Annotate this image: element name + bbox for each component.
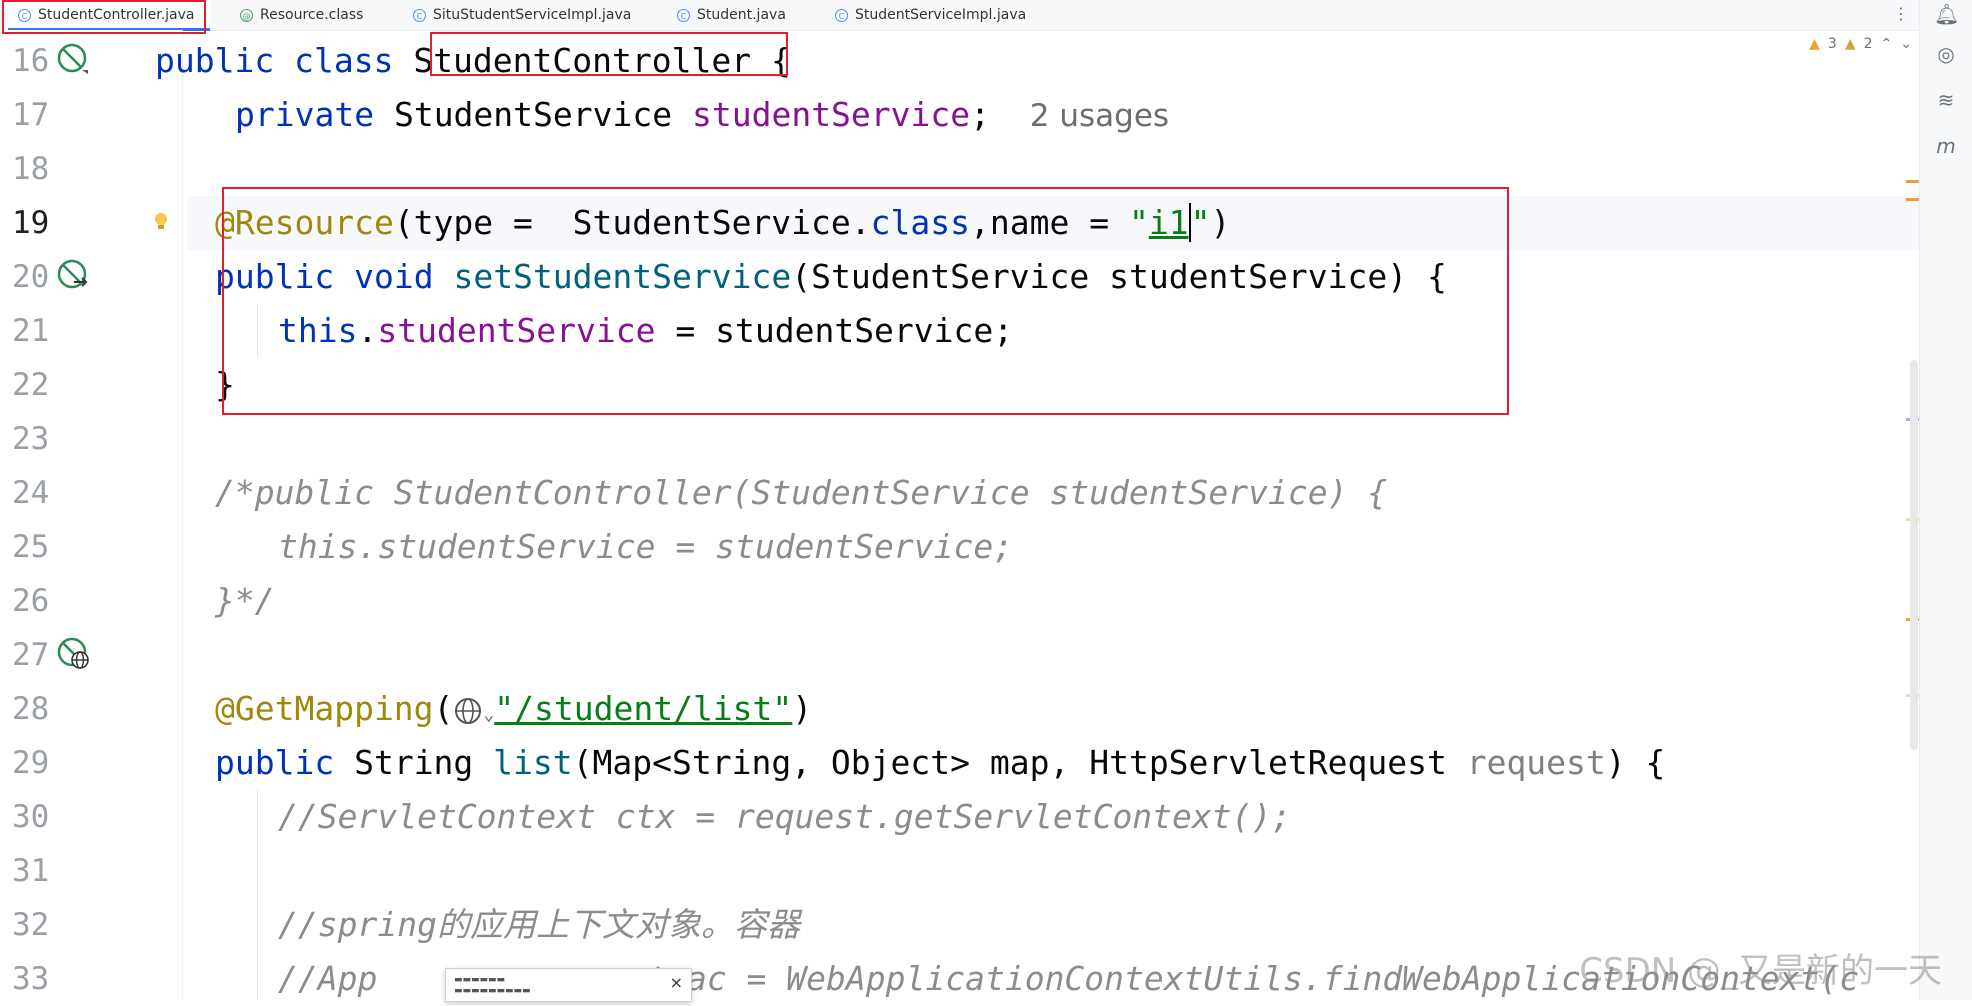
- code-line-20: public void setStudentService(StudentSer…: [215, 257, 1447, 296]
- code-line-17: private StudentService studentService; 2…: [235, 95, 1170, 134]
- watermark: CSDN @_又是新的一天: [1579, 951, 1942, 991]
- class-icon: C: [677, 8, 690, 22]
- line-number: 30: [12, 799, 50, 835]
- code-line-24: /*public StudentController(StudentServic…: [215, 473, 1388, 512]
- code-line-26: }*/: [215, 581, 275, 620]
- maven-icon[interactable]: m: [1934, 134, 1958, 158]
- notification-popup[interactable]: ▬▬▬▬▬▬ ▬▬▬▬▬▬▬▬▬ ×: [445, 968, 692, 1002]
- endpoint-path[interactable]: "/student/list": [494, 689, 792, 728]
- code-line-16: public class StudentController {: [155, 41, 791, 80]
- indent-guide: [257, 790, 258, 1000]
- tab-label: StudentController.java: [38, 7, 195, 23]
- tab-student-service-impl[interactable]: C StudentServiceImpl.java: [835, 0, 1026, 30]
- notifications-icon[interactable]: 🔔︎: [1934, 2, 1959, 26]
- line-number: 22: [12, 367, 50, 403]
- chevron-down-icon[interactable]: ⌄: [483, 704, 494, 725]
- tab-student-controller[interactable]: C StudentController.java: [8, 0, 210, 31]
- warning-mark[interactable]: [1906, 198, 1920, 201]
- line-number: 25: [12, 529, 50, 565]
- no-bean-icon[interactable]: [56, 42, 90, 76]
- line-number: 33: [12, 961, 50, 997]
- error-stripe: [1906, 0, 1920, 1000]
- line-number: 32: [12, 907, 50, 943]
- web-endpoint-icon[interactable]: [56, 636, 90, 670]
- tab-student[interactable]: C Student.java: [677, 0, 786, 30]
- tab-label: Resource.class: [260, 7, 364, 23]
- class-icon: C: [413, 8, 426, 22]
- editor-tab-bar: C StudentController.java @ Resource.clas…: [0, 0, 1920, 31]
- tab-resource-class[interactable]: @ Resource.class: [240, 0, 363, 30]
- line-number: 29: [12, 745, 50, 781]
- ai-assistant-icon[interactable]: ◎: [1934, 42, 1958, 66]
- line-number: 19: [12, 205, 50, 241]
- globe-icon[interactable]: [453, 696, 483, 726]
- code-line-19: @Resource(type = StudentService.class,na…: [187, 196, 1948, 250]
- line-number: 28: [12, 691, 50, 727]
- code-line-29: public String list(Map<String, Object> m…: [215, 743, 1666, 782]
- line-number: 17: [12, 97, 50, 133]
- code-line-28: @GetMapping(⌄"/student/list"): [215, 689, 813, 728]
- right-tool-strip: 🔔︎ ◎ ≋ m: [1919, 0, 1972, 1000]
- code-line-25: this.studentService = studentService;: [278, 527, 1014, 566]
- indent-guide: [257, 304, 258, 358]
- line-number: 23: [12, 421, 50, 457]
- warning-mark[interactable]: [1906, 180, 1920, 183]
- vertical-scrollbar-thumb[interactable]: [1910, 360, 1918, 750]
- line-number: 24: [12, 475, 50, 511]
- line-number: 18: [12, 151, 50, 187]
- usages-hint[interactable]: 2 usages: [1030, 98, 1169, 134]
- autowired-navigate-icon[interactable]: [56, 258, 90, 292]
- tab-situ-student-service-impl[interactable]: C SituStudentServiceImpl.java: [413, 0, 631, 30]
- lightbulb-icon[interactable]: [154, 212, 168, 232]
- editor-gutter: 16 17 18 19 20 21 22 23 24 25 26 27 28 2…: [0, 30, 183, 1000]
- code-line-21: this.studentService = studentService;: [278, 311, 1014, 350]
- line-number: 26: [12, 583, 50, 619]
- database-icon[interactable]: ≋: [1934, 88, 1958, 112]
- tab-label: StudentServiceImpl.java: [855, 7, 1027, 23]
- line-number: 21: [12, 313, 50, 349]
- code-line-22: }: [215, 365, 235, 404]
- class-icon: C: [18, 8, 31, 22]
- class-name: StudentController: [413, 41, 752, 80]
- close-icon[interactable]: ×: [670, 973, 683, 992]
- line-number: 16: [12, 43, 50, 79]
- tab-label: Student.java: [697, 7, 786, 23]
- tab-label: SituStudentServiceImpl.java: [433, 7, 632, 23]
- popup-content: ▬▬▬▬▬▬ ▬▬▬▬▬▬▬▬▬: [454, 975, 531, 996]
- class-icon: C: [835, 8, 848, 22]
- code-editor[interactable]: public class StudentController { private…: [155, 30, 1948, 1000]
- line-number: 31: [12, 853, 50, 889]
- annotation-icon: @: [240, 8, 253, 22]
- line-number: 20: [12, 259, 50, 295]
- resource-name-value: i1: [1148, 203, 1189, 242]
- line-number: 27: [12, 637, 50, 673]
- code-line-30: //ServletContext ctx = request.getServle…: [278, 797, 1292, 836]
